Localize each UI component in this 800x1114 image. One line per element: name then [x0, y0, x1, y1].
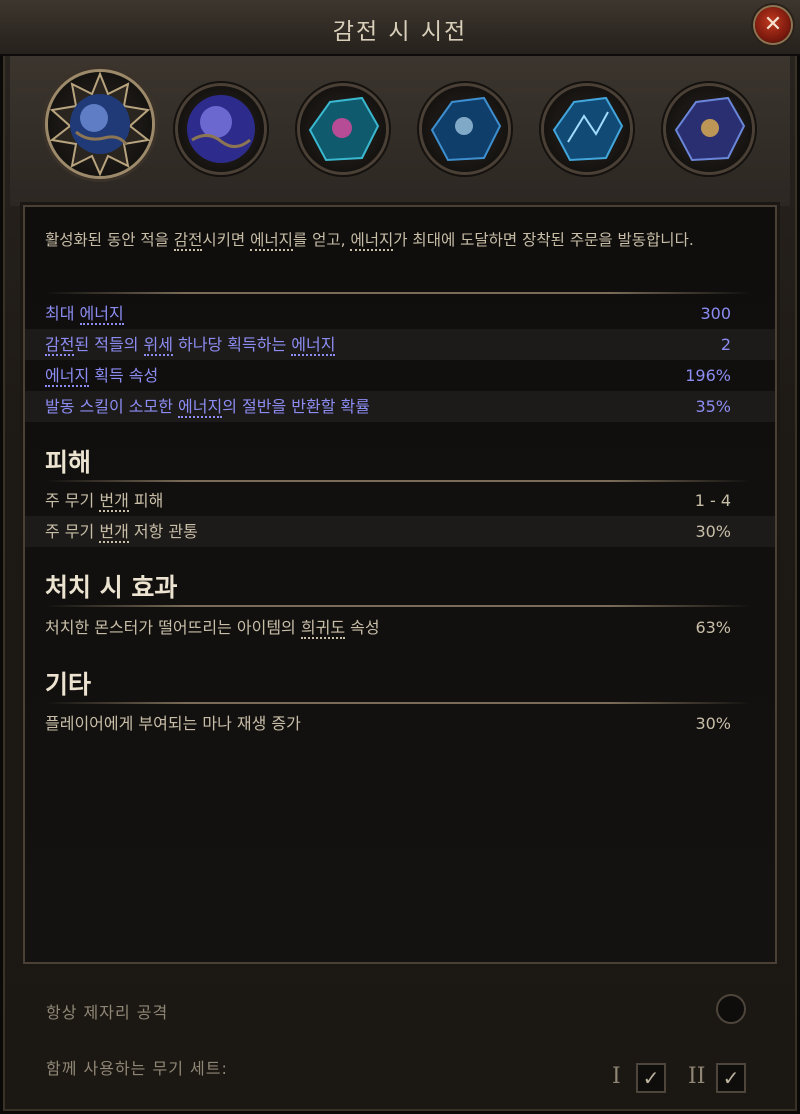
stat-row-item-rarity: 처치한 몬스터가 떨어뜨리는 아이템의 희귀도 속성 63% [25, 612, 775, 643]
gem-slot-5[interactable] [544, 86, 630, 172]
stat-value: 196% [685, 366, 731, 385]
weapon-set-2-checkbox[interactable]: ✓ [716, 1063, 746, 1093]
stat-row-mana-regen: 플레이어에게 부여되는 마나 재생 증가 30% [25, 708, 775, 739]
stat-label: 주 무기 번개 피해 [45, 491, 164, 512]
stat-value: 30% [695, 522, 731, 541]
orb-gem-icon [187, 95, 255, 163]
stat-label: 플레이어에게 부여되는 마나 재생 증가 [45, 714, 301, 733]
divider [45, 292, 751, 294]
stat-value: 30% [695, 714, 731, 733]
divider [45, 480, 751, 482]
stat-label: 주 무기 번개 저항 관통 [45, 522, 198, 543]
gem-slot-2[interactable] [178, 86, 264, 172]
window-title: 감전 시 시전 [332, 19, 468, 45]
desc-text: 활성화된 동안 적을 [45, 231, 174, 249]
close-button[interactable]: ✕ [755, 7, 791, 43]
desc-text: 를 얻고, [292, 231, 351, 249]
keyword-energy[interactable]: 에너지 [350, 231, 394, 251]
stat-label: 최대 에너지 [45, 304, 124, 325]
gem-strip [10, 56, 790, 206]
keyword-energy[interactable]: 에너지 [250, 231, 293, 251]
divider [45, 605, 751, 607]
weapon-set-2-label: II [688, 1064, 706, 1089]
stat-value: 300 [700, 304, 731, 323]
stat-row-energy-per-power: 감전된 적들의 위세 하나당 획득하는 에너지 2 [25, 329, 775, 360]
gem-details-panel: 활성화된 동안 적을 감전시키면 에너지를 얻고, 에너지가 최대에 도달하면 … [25, 207, 775, 962]
stat-label: 에너지 획득 속성 [45, 366, 159, 387]
section-heading-other: 기타 [45, 670, 92, 699]
keyword-power[interactable]: 위세 [143, 335, 173, 356]
weapon-set-1-label: I [612, 1064, 621, 1089]
keyword-lightning[interactable]: 번개 [99, 522, 129, 543]
desc-text: 시키면 [202, 231, 251, 249]
stat-value: 1 - 4 [694, 491, 731, 510]
keyword-rarity[interactable]: 희귀도 [300, 618, 346, 639]
stat-label: 감전된 적들의 위세 하나당 획득하는 에너지 [45, 335, 336, 356]
stat-row-lightning-damage: 주 무기 번개 피해 1 - 4 [25, 485, 775, 516]
divider [45, 702, 751, 704]
stat-row-energy-refund: 발동 스킬이 소모한 에너지의 절반을 반환할 확률 35% [25, 391, 775, 422]
weapon-set-label: 함께 사용하는 무기 세트: [46, 1059, 228, 1078]
always-in-place-toggle[interactable] [716, 994, 746, 1024]
weapon-set-1-checkbox[interactable]: ✓ [636, 1063, 666, 1093]
stat-row-lightning-penetration: 주 무기 번개 저항 관통 30% [25, 516, 775, 547]
stat-value: 35% [695, 397, 731, 416]
orb-gem-icon [49, 72, 151, 176]
crystal-gem-icon [674, 96, 746, 162]
desc-text: 가 최대에 도달하면 장착된 주문을 발동합니다. [393, 231, 694, 249]
crystal-gem-icon [308, 96, 380, 162]
crystal-gem-icon [552, 96, 624, 162]
always-in-place-label: 항상 제자리 공격 [46, 1003, 169, 1022]
stat-label: 발동 스킬이 소모한 에너지의 절반을 반환할 확률 [45, 397, 370, 418]
gem-window: 감전 시 시전 ✕ 활성화된 동안 적을 감전시키면 에너지를 얻고, 에너지가… [0, 0, 800, 1114]
gem-slot-6[interactable] [666, 86, 752, 172]
gem-description: 활성화된 동안 적을 감전시키면 에너지를 얻고, 에너지가 최대에 도달하면 … [45, 227, 751, 254]
keyword-energy[interactable]: 에너지 [291, 335, 336, 356]
section-heading-damage: 피해 [45, 448, 92, 477]
keyword-lightning[interactable]: 번개 [99, 491, 129, 512]
section-heading-on-kill: 처치 시 효과 [45, 573, 178, 602]
gem-slot-active[interactable] [48, 72, 152, 176]
keyword-shock[interactable]: 감전 [45, 335, 75, 356]
title-bar: 감전 시 시전 ✕ [0, 0, 800, 56]
gem-slot-4[interactable] [422, 86, 508, 172]
keyword-energy[interactable]: 에너지 [45, 366, 90, 387]
keyword-energy[interactable]: 에너지 [178, 397, 223, 418]
stat-value: 2 [720, 335, 731, 354]
stat-row-energy-gain: 에너지 획득 속성 196% [25, 360, 775, 391]
gem-slot-3[interactable] [300, 86, 386, 172]
stat-row-max-energy: 최대 에너지 300 [25, 298, 775, 329]
crystal-gem-icon [430, 96, 502, 162]
keyword-shock[interactable]: 감전 [173, 231, 203, 251]
stat-label: 처치한 몬스터가 떨어뜨리는 아이템의 희귀도 속성 [45, 618, 380, 639]
stat-value: 63% [695, 618, 731, 637]
keyword-energy[interactable]: 에너지 [79, 304, 124, 325]
